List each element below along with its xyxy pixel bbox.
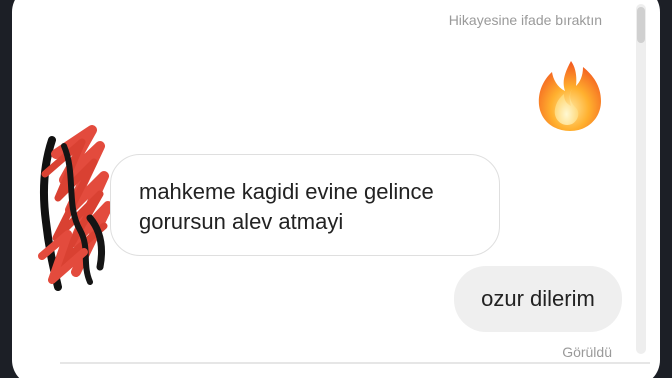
message-composer-divider	[60, 362, 650, 364]
fire-emoji-icon	[538, 61, 601, 131]
chat-scrollbar[interactable]	[636, 4, 646, 354]
outgoing-message-text: ozur dilerim	[481, 286, 595, 311]
incoming-message-text: mahkeme kagidi evine gelince gorursun al…	[139, 179, 434, 234]
dm-conversation-panel: Hikayesine ifade bıraktın mahkeme kagidi…	[12, 0, 660, 378]
chat-scrollbar-thumb[interactable]	[637, 7, 645, 43]
seen-status: Görüldü	[562, 344, 612, 360]
redacted-avatar-icon	[38, 125, 113, 291]
chat-screen: Hikayesine ifade bıraktın mahkeme kagidi…	[0, 0, 672, 378]
story-reaction-note: Hikayesine ifade bıraktın	[448, 12, 602, 28]
outgoing-message-bubble[interactable]: ozur dilerim	[454, 266, 622, 332]
incoming-message-bubble[interactable]: mahkeme kagidi evine gelince gorursun al…	[110, 154, 500, 256]
